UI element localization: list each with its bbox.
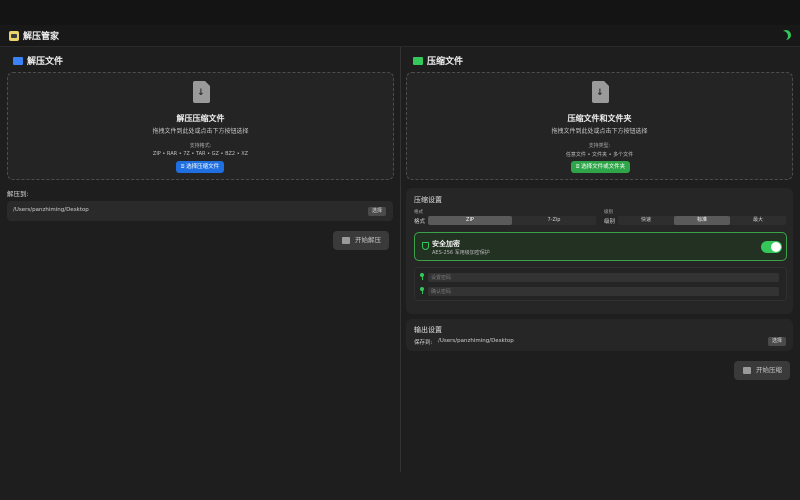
secure-encryption-title: 安全加密 — [432, 240, 460, 248]
extract-path-field: /Users/panzhiming/Desktop 选择 — [7, 201, 393, 221]
extract-drop-title: 解压压缩文件 — [176, 114, 225, 123]
extract-drop-subtitle: 拖拽文件到此处或点击下方按钮选择 — [152, 128, 249, 135]
level-option-fast[interactable]: 快速 — [618, 216, 674, 225]
archive-icon — [743, 367, 751, 374]
archive-icon — [342, 237, 350, 244]
output-settings-panel: 输出设置 保存到: /Users/panzhiming/Desktop 选择 — [406, 319, 793, 351]
level-caption: 级别 — [604, 210, 613, 215]
moon-icon[interactable] — [781, 30, 791, 40]
output-settings-title: 输出设置 — [414, 326, 442, 334]
compress-section-header: 压缩文件 — [413, 54, 463, 67]
select-files-button[interactable]: ⌸ 选择文件或文件夹 — [571, 161, 631, 173]
file-download-icon: ↓ — [592, 81, 609, 103]
compress-types-label: 支持类型: — [588, 143, 611, 149]
extract-choose-button[interactable]: 选择 — [367, 207, 386, 216]
extract-section-title: 解压文件 — [27, 57, 64, 67]
extract-drop-zone[interactable]: ↓ 解压压缩文件 拖拽文件到此处或点击下方按钮选择 支持格式: ZIP • RA… — [7, 72, 394, 180]
key-icon — [420, 287, 424, 294]
shield-icon — [422, 242, 429, 250]
secure-encryption-subtitle: AES-256 军用级加密保护 — [432, 250, 490, 256]
format-option-7zip[interactable]: 7-Zip — [512, 216, 596, 225]
compress-drop-zone[interactable]: ↓ 压缩文件和文件夹 拖拽文件到此处或点击下方按钮选择 支持类型: 任意文件 •… — [406, 72, 793, 180]
format-segmented-control: ZIP 7-Zip — [428, 216, 596, 225]
extract-path-text: /Users/panzhiming/Desktop — [13, 207, 89, 213]
tray-download-icon — [13, 56, 23, 65]
extract-section-header: 解压文件 — [13, 54, 63, 67]
save-to-label: 保存到: — [414, 340, 433, 346]
encryption-toggle[interactable] — [761, 241, 782, 253]
compress-section-title: 压缩文件 — [427, 57, 464, 67]
confirm-password-field[interactable] — [428, 287, 779, 296]
archive-box-icon — [413, 56, 423, 65]
level-option-max[interactable]: 最大 — [730, 216, 786, 225]
panel-divider — [400, 47, 401, 472]
extract-to-label: 解压到: — [7, 190, 29, 198]
password-field[interactable] — [428, 273, 779, 282]
level-option-standard[interactable]: 标准 — [674, 216, 730, 225]
secure-encryption-card: 安全加密 AES-256 军用级加密保护 — [414, 232, 787, 261]
compress-types-list: 任意文件 • 文件夹 • 多个文件 — [565, 152, 634, 158]
start-compress-button[interactable]: 开始压缩 — [734, 361, 790, 380]
start-extract-button[interactable]: 开始解压 — [333, 231, 389, 250]
level-segmented-control: 快速 标准 最大 — [618, 216, 786, 225]
app-logo-icon — [9, 31, 19, 41]
output-choose-button[interactable]: 选择 — [767, 337, 786, 346]
output-path-text: /Users/panzhiming/Desktop — [438, 338, 514, 344]
key-icon — [420, 273, 424, 280]
compression-settings-title: 压缩设置 — [414, 196, 442, 204]
extract-formats-label: 支持格式: — [189, 143, 212, 149]
app-title: 解压管家 — [23, 32, 60, 42]
format-label: 格式 — [414, 219, 426, 225]
level-label: 级别 — [604, 219, 616, 225]
compress-drop-title: 压缩文件和文件夹 — [567, 114, 632, 123]
format-caption: 格式 — [414, 210, 423, 215]
file-download-icon: ↓ — [193, 81, 210, 103]
compress-drop-subtitle: 拖拽文件到此处或点击下方按钮选择 — [551, 128, 648, 135]
format-option-zip[interactable]: ZIP — [428, 216, 512, 225]
extract-formats-list: ZIP • RAR • 7Z • TAR • GZ • BZ2 • XZ — [152, 151, 249, 157]
title-bar: 解压管家 — [0, 25, 800, 47]
menu-bar-strip — [0, 0, 800, 25]
select-archive-button[interactable]: ⌸ 选择压缩文件 — [176, 161, 225, 173]
